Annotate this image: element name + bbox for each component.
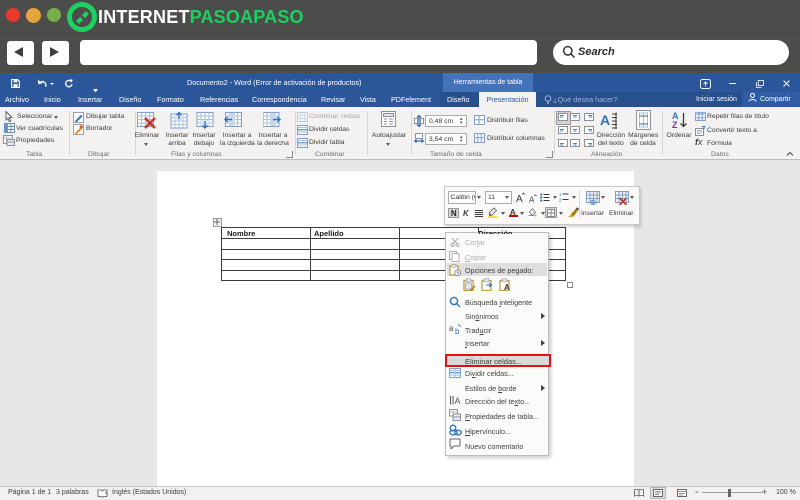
svg-text:b: b (455, 327, 460, 335)
svg-text:1: 1 (559, 192, 562, 197)
svg-text:Z: Z (672, 120, 678, 130)
svg-text:2: 2 (559, 198, 562, 203)
svg-text:A: A (455, 396, 461, 406)
svg-text:A: A (529, 196, 535, 204)
svg-text:A: A (600, 112, 610, 128)
svg-text:A: A (516, 194, 523, 203)
svg-text:A: A (504, 283, 510, 291)
svg-text:a: a (449, 324, 454, 333)
